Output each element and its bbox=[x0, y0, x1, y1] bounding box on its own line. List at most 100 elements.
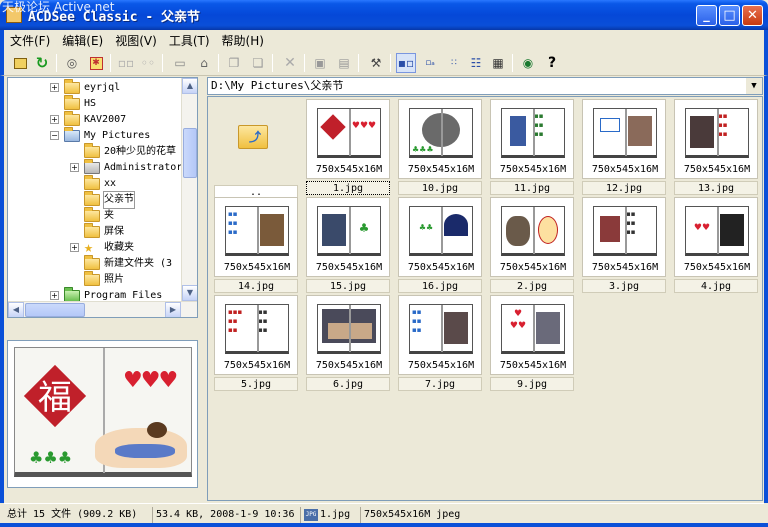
favorites-icon[interactable]: ✱ bbox=[86, 53, 106, 73]
menu-edit[interactable]: 编辑(E) bbox=[56, 30, 109, 49]
thumbnail-parent[interactable]: ⤴ .. bbox=[214, 103, 298, 199]
folder-icon bbox=[84, 271, 100, 286]
close-button[interactable]: ✕ bbox=[742, 5, 763, 26]
thumbnail-item[interactable]: ♥♥ 750x545x16M 4.jpg bbox=[674, 197, 758, 293]
tree-item[interactable]: 照片 bbox=[8, 271, 183, 288]
scroll-left-icon[interactable]: ◀ bbox=[8, 302, 24, 317]
tools-icon[interactable]: ⚒ bbox=[366, 53, 386, 73]
expand-icon[interactable]: + bbox=[50, 83, 59, 92]
thumbnail-image: ♣♣♣ bbox=[409, 108, 473, 158]
folder-icon bbox=[64, 79, 80, 94]
thumbnail-item[interactable]: ▪▪ ▪▪ ▪▪ 750x545x16M 14.jpg bbox=[214, 197, 298, 293]
up-folder-icon[interactable] bbox=[10, 53, 30, 73]
scroll-thumb[interactable] bbox=[183, 128, 197, 178]
thumbnail-item[interactable]: ♣♣ 750x545x16M 16.jpg bbox=[398, 197, 482, 293]
folder-icon bbox=[84, 255, 100, 270]
watermark: 天极论坛 Active.net bbox=[2, 0, 115, 14]
menu-view[interactable]: 视图(V) bbox=[109, 30, 163, 49]
binoculars-icon[interactable]: ◎ bbox=[62, 53, 82, 73]
thumbnail-item[interactable]: ▪▪ ▪▪ ▪▪ 750x545x16M 13.jpg bbox=[674, 99, 758, 195]
scroll-thumb[interactable] bbox=[25, 303, 85, 317]
thumbnail-grid[interactable]: ⤴ .. ♥♥♥ 750x545x16M 1.jpg ♣♣♣ 750x545x1… bbox=[207, 96, 763, 501]
view-icon[interactable]: ◦◦ bbox=[138, 53, 158, 73]
thumbnail-image: ♥♥ bbox=[685, 206, 749, 256]
thumbnail-image: ▪▪ ▪▪ ▪▪ bbox=[225, 206, 289, 256]
jpg-file-icon: JPG bbox=[304, 509, 318, 521]
thumbnail-image: ♣ bbox=[317, 206, 381, 256]
refresh-icon[interactable]: ↻ bbox=[32, 53, 52, 73]
thumbnail-item[interactable]: 750x545x16M 12.jpg bbox=[582, 99, 666, 195]
status-bar: 总计 15 文件 (909.2 KB) 53.4 KB, 2008-1-9 10… bbox=[4, 503, 764, 525]
expand-icon[interactable]: + bbox=[70, 163, 79, 172]
tree-item[interactable]: HS bbox=[8, 95, 183, 112]
preview-toggle-icon[interactable]: ◉ bbox=[518, 53, 538, 73]
pictures-folder-icon bbox=[64, 127, 80, 142]
thumbnail-image bbox=[593, 108, 657, 158]
large-icons-view-icon[interactable]: ▫ₐ bbox=[420, 53, 440, 73]
thumbnail-item[interactable]: ▪▪▪ ▪▪ ▪▪ ▪▪ ▪▪ ▪▪ 750x545x16M 5.jpg bbox=[214, 295, 298, 391]
folder-icon bbox=[84, 143, 100, 158]
expand-icon[interactable]: + bbox=[50, 291, 59, 300]
thumbnail-item[interactable]: ▪▪ ▪▪ ▪▪ 750x545x16M 11.jpg bbox=[490, 99, 574, 195]
thumbnail-image: ▪▪▪ ▪▪ ▪▪ ▪▪ ▪▪ ▪▪ bbox=[225, 304, 289, 354]
copy-icon[interactable]: ❐ bbox=[224, 53, 244, 73]
rename-icon[interactable]: ▣ bbox=[310, 53, 330, 73]
status-total: 总计 15 文件 (909.2 KB) bbox=[7, 509, 138, 520]
thumbnail-image bbox=[317, 304, 381, 354]
tree-item[interactable]: xx bbox=[8, 175, 183, 192]
paste-icon[interactable]: ❏ bbox=[248, 53, 268, 73]
expand-icon[interactable]: + bbox=[70, 243, 79, 252]
scroll-up-icon[interactable]: ▲ bbox=[182, 78, 197, 94]
small-icons-view-icon[interactable]: ∷ bbox=[444, 53, 464, 73]
tree-item[interactable]: 20种少见的花草 bbox=[8, 143, 183, 160]
thumbnail-item[interactable]: ♥♥♥ 750x545x16M 1.jpg bbox=[306, 99, 390, 195]
menu-file[interactable]: 文件(F) bbox=[4, 30, 56, 49]
delete-icon[interactable]: ✕ bbox=[280, 53, 300, 73]
thumbnail-item[interactable]: ♣♣♣ 750x545x16M 10.jpg bbox=[398, 99, 482, 195]
thumbnail-item[interactable]: ♥ ♥♥ 750x545x16M 9.jpg bbox=[490, 295, 574, 391]
thumbnails-view-icon[interactable]: ▪▫ bbox=[396, 53, 416, 73]
tree-item[interactable]: − My Pictures bbox=[8, 127, 183, 144]
tree-item-selected[interactable]: 父亲节 bbox=[8, 191, 183, 209]
thumbnail-item[interactable]: 750x545x16M 6.jpg bbox=[306, 295, 390, 391]
thumbnail-item[interactable]: 750x545x16M 2.jpg bbox=[490, 197, 574, 293]
tree-item[interactable]: 夹 bbox=[8, 207, 183, 224]
path-combobox[interactable]: D:\My Pictures\父亲节 ▼ bbox=[207, 77, 763, 95]
folder-icon bbox=[84, 175, 100, 190]
menu-bar: 文件(F) 编辑(E) 视图(V) 工具(T) 帮助(H) bbox=[0, 30, 768, 50]
tree-item[interactable]: + Administrator bbox=[8, 159, 183, 176]
list-view-icon[interactable]: ☷ bbox=[466, 53, 486, 73]
toolbar: ↻ ◎ ✱ ▫▫ ◦◦ ▭ ⌂ ❐ ❏ ✕ ▣ ▤ ⚒ ▪▫ ▫ₐ ∷ ☷ ▦ … bbox=[0, 50, 768, 76]
minimize-button[interactable]: _ bbox=[696, 5, 717, 26]
tree-item[interactable]: 新建文件夹 (3 bbox=[8, 255, 183, 272]
chevron-down-icon[interactable]: ▼ bbox=[746, 78, 762, 94]
thumbnail-image: ▪▪ ▪▪ ▪▪ bbox=[501, 108, 565, 158]
thumbnail-item[interactable]: ♣ 750x545x16M 15.jpg bbox=[306, 197, 390, 293]
scroll-down-icon[interactable]: ▼ bbox=[182, 285, 197, 301]
scroll-right-icon[interactable]: ▶ bbox=[165, 302, 181, 317]
folder-tree[interactable]: + eyrjql HS + KAV2007 − My Pictures 20种少… bbox=[7, 77, 198, 318]
tree-item[interactable]: + eyrjql bbox=[8, 79, 183, 96]
slideshow-icon[interactable]: ▫▫ bbox=[116, 53, 136, 73]
folder-icon bbox=[64, 111, 80, 126]
menu-help[interactable]: 帮助(H) bbox=[216, 30, 270, 49]
help-icon[interactable]: ? bbox=[542, 53, 562, 73]
properties-icon[interactable]: ▤ bbox=[334, 53, 354, 73]
tree-vertical-scrollbar[interactable]: ▲ ▼ bbox=[181, 78, 197, 301]
thumbnail-item[interactable]: ▪▪ ▪▪ ▪▪ 750x545x16M 7.jpg bbox=[398, 295, 482, 391]
scan-icon[interactable]: ⌂ bbox=[194, 53, 214, 73]
tree-horizontal-scrollbar[interactable]: ◀ ▶ bbox=[8, 301, 197, 317]
collapse-icon[interactable]: − bbox=[50, 131, 59, 140]
tree-item[interactable]: + ★ 收藏夹 bbox=[8, 239, 183, 256]
path-text: D:\My Pictures\父亲节 bbox=[211, 79, 344, 92]
thumbnail-item[interactable]: ▪▪ ▪▪ ▪▪ 750x545x16M 3.jpg bbox=[582, 197, 666, 293]
print-icon[interactable]: ▭ bbox=[170, 53, 190, 73]
menu-tools[interactable]: 工具(T) bbox=[163, 30, 216, 49]
maximize-button[interactable]: □ bbox=[719, 5, 740, 26]
details-view-icon[interactable]: ▦ bbox=[488, 53, 508, 73]
tree-item[interactable]: + KAV2007 bbox=[8, 111, 183, 128]
expand-icon[interactable]: + bbox=[50, 115, 59, 124]
tree-item[interactable]: 屏保 bbox=[8, 223, 183, 240]
thumbnail-image: ♥♥♥ bbox=[317, 108, 381, 158]
status-file: JPG 1.jpg bbox=[300, 507, 350, 523]
